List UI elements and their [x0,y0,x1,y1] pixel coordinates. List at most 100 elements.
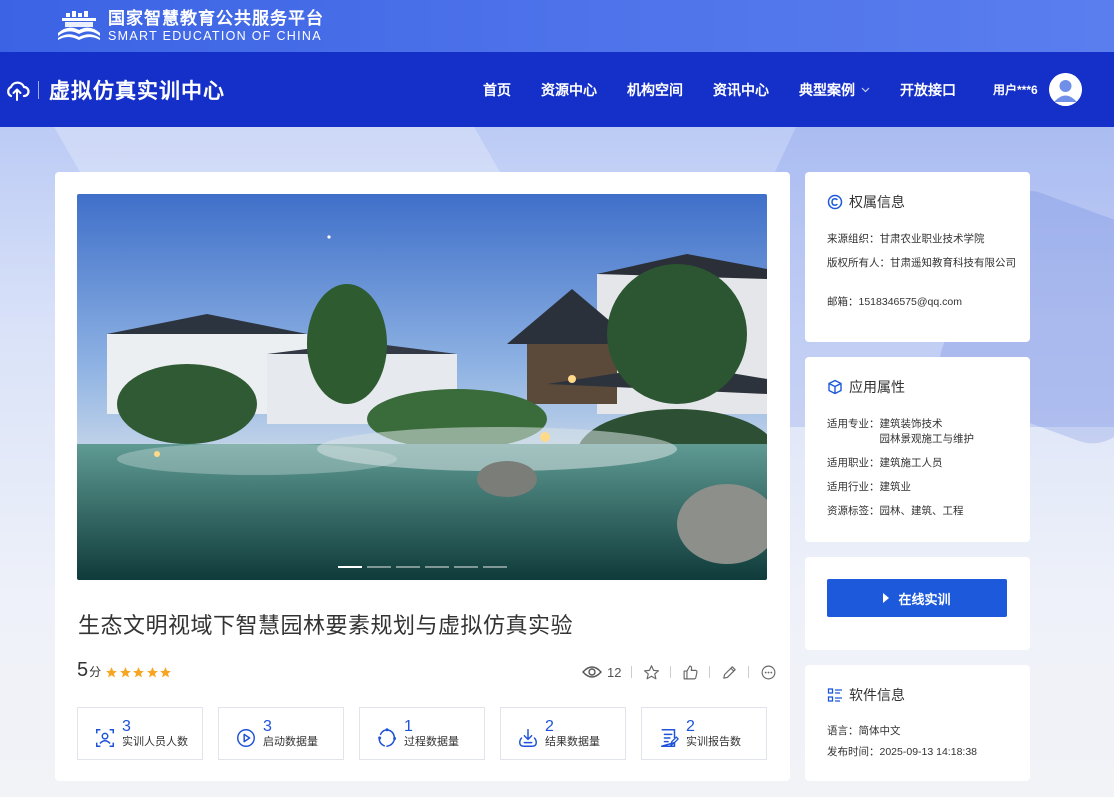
job-label: 适用职业： [827,457,880,469]
download-check-icon [519,728,537,747]
stat-label: 实训人员人数 [122,735,188,748]
tags-label: 资源标签： [827,505,880,517]
cloud-icon [7,81,30,101]
user-menu[interactable]: 用户***6 [993,52,1082,127]
thumbs-up-icon [683,665,698,679]
carousel-dot[interactable] [338,566,362,568]
main-navbar: 虚拟仿真实训中心 首页 资源中心 机构空间 资讯中心 典型案例 开放接口 用户*… [0,52,1114,127]
course-actions: 12 [582,662,777,682]
star-icon [133,667,145,678]
nav-menu: 首页 资源中心 机构空间 资讯中心 典型案例 开放接口 [483,52,986,127]
stat-value: 3 [263,717,272,735]
nav-item-institutions[interactable]: 机构空间 [627,80,683,100]
copyright-owner-label: 版权所有人： [827,257,890,269]
score-unit: 分 [89,665,102,679]
nav-item-cases[interactable]: 典型案例 [799,80,870,100]
nav-item-news[interactable]: 资讯中心 [713,80,769,100]
source-org-row: 来源组织： 甘肃农业职业技术学院 [827,232,1017,247]
user-avatar-icon [1048,73,1082,106]
view-count-value: 12 [607,664,622,680]
online-training-card: 在线实训 [805,557,1030,650]
site-title: 虚拟仿真实训中心 [49,77,225,103]
user-name: 用户***6 [993,83,1038,97]
more-button[interactable] [759,663,777,681]
carousel-dot[interactable] [367,566,391,568]
nav-item-resources[interactable]: 资源中心 [541,80,597,100]
stat-label: 过程数据量 [404,735,459,748]
job-value: 建筑施工人员 [879,457,943,469]
platform-brand[interactable]: 国家智慧教育公共服务平台 SMART EDUCATION OF CHINA [108,9,324,43]
favorite-button[interactable] [642,663,660,681]
software-card: 软件信息 语言： 简体中文 发布时间： 2025-09-13 14:18:38 [805,665,1030,781]
pencil-icon [723,665,736,679]
cube-icon [828,379,842,395]
ownership-card: 权属信息 来源组织： 甘肃农业职业技术学院 版权所有人：甘肃遥知教育科技有限公司… [805,172,1030,342]
star-outline-icon [643,664,659,679]
stat-trainees: 3 实训人员人数 [77,707,203,760]
platform-name-cn: 国家智慧教育公共服务平台 [108,9,324,28]
copyright-icon [827,194,843,210]
email-row: 邮箱： 1518346575@qq.com [827,295,1017,310]
email-label: 邮箱： [827,296,859,308]
carousel-dot[interactable] [454,566,478,568]
platform-header: 国家智慧教育公共服务平台 SMART EDUCATION OF CHINA [0,0,1114,52]
platform-logo-icon[interactable] [56,11,102,41]
play-icon [237,728,255,747]
stat-launches: 3 启动数据量 [218,707,344,760]
edit-button[interactable] [720,663,738,681]
ownership-header: 权属信息 [827,192,905,212]
online-training-button[interactable]: 在线实训 [827,579,1007,617]
star-icon [160,667,172,678]
stat-reports: 2 实训报告数 [641,707,767,760]
stats-row: 3 实训人员人数 3 启动数据量 1 过程数据量 2 结果数据量 2 实训报告数 [77,707,782,760]
carousel-dot[interactable] [425,566,449,568]
major-value: 园林景观施工与维护 [879,433,975,445]
site-logo[interactable]: 虚拟仿真实训中心 [4,75,225,105]
avatar[interactable] [1048,73,1082,106]
copyright-owner-value: 甘肃遥知教育科技有限公司 [890,257,1016,269]
stat-value: 1 [404,717,413,735]
view-count: 12 [582,665,621,680]
industry-label: 适用行业： [827,481,880,493]
platform-name-en: SMART EDUCATION OF CHINA [108,29,322,43]
source-org-value: 甘肃农业职业技术学院 [879,233,985,245]
stat-value: 2 [545,717,554,735]
major-label: 适用专业： [827,418,880,430]
major-row: 适用专业： 建筑装饰技术 园林景观施工与维护 [827,417,1017,447]
star-icon [106,667,118,678]
major-value: 建筑装饰技术 [879,418,943,430]
online-training-label: 在线实训 [898,591,951,607]
star-icon [146,667,158,678]
image-carousel[interactable] [77,194,767,580]
stat-value: 3 [122,717,131,735]
more-dots-icon [761,665,776,679]
carousel-dot[interactable] [483,566,507,568]
rating-stars [105,666,173,679]
publish-date-row: 发布时间： 2025-09-13 14:18:38 [827,745,1017,760]
score-value: 5 [77,659,89,681]
course-detail-card: 生态文明视域下智慧园林要素规划与虚拟仿真实验 5 分 12 3 实训人员人数 3… [55,172,790,781]
ownership-title: 权属信息 [849,194,905,210]
nav-item-open-api[interactable]: 开放接口 [900,80,956,100]
source-org-label: 来源组织： [827,233,880,245]
attributes-header: 应用属性 [827,377,905,397]
carousel-dot[interactable] [396,566,420,568]
tags-value: 园林、建筑、工程 [879,505,964,517]
job-row: 适用职业： 建筑施工人员 [827,456,1017,471]
logo-separator [38,80,39,99]
course-title: 生态文明视域下智慧园林要素规划与虚拟仿真实验 [78,613,574,638]
publish-date-value: 2025-09-13 14:18:38 [879,746,978,758]
industry-row: 适用行业： 建筑业 [827,480,1017,495]
stat-label: 启动数据量 [263,735,318,748]
list-icon [827,688,842,702]
attributes-card: 应用属性 适用专业： 建筑装饰技术 园林景观施工与维护 适用职业： 建筑施工人员… [805,357,1030,542]
nav-item-home[interactable]: 首页 [483,80,511,100]
garden-landscape-image [77,194,767,580]
users-icon [96,728,114,747]
tags-row: 资源标签： 园林、建筑、工程 [827,504,1017,519]
cycle-icon [378,727,397,747]
like-button[interactable] [681,663,699,681]
software-title: 软件信息 [849,687,905,703]
play-triangle-icon [883,593,890,603]
course-rating: 5 分 [77,659,173,682]
